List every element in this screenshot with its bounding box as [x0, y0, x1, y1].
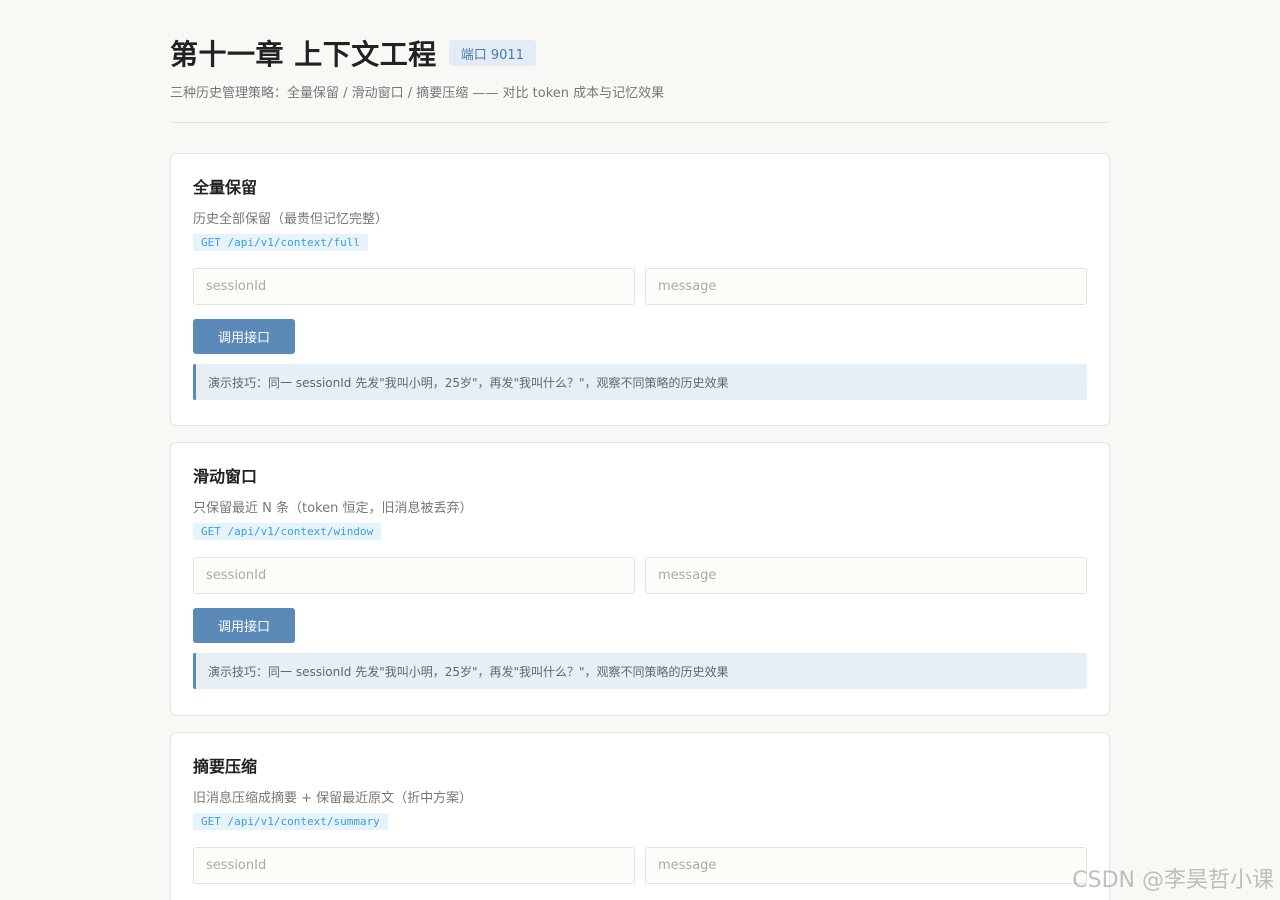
endpoint-badge: GET /api/v1/context/summary: [193, 813, 388, 830]
input-row: [193, 847, 1087, 884]
endpoint-badge: GET /api/v1/context/window: [193, 523, 382, 540]
page-subtitle: 三种历史管理策略：全量保留 / 滑动窗口 / 摘要压缩 —— 对比 token …: [170, 86, 665, 101]
input-row: [193, 557, 1087, 594]
demo-tip: 演示技巧：同一 sessionId 先发"我叫小明，25岁"，再发"我叫什么？"…: [193, 653, 1087, 689]
call-api-button[interactable]: 调用接口: [193, 319, 295, 354]
message-input[interactable]: [645, 268, 1087, 305]
card-title: 摘要压缩: [193, 757, 258, 776]
card-full: 全量保留 历史全部保留（最贵但记忆完整） GET /api/v1/context…: [170, 153, 1110, 426]
session-id-input[interactable]: [193, 557, 635, 594]
header-divider: [170, 122, 1110, 123]
endpoint-badge: GET /api/v1/context/full: [193, 234, 368, 251]
session-id-input[interactable]: [193, 847, 635, 884]
demo-tip: 演示技巧：同一 sessionId 先发"我叫小明，25岁"，再发"我叫什么？"…: [193, 364, 1087, 400]
session-id-input[interactable]: [193, 268, 635, 305]
message-input[interactable]: [645, 847, 1087, 884]
page-title: 第十一章 上下文工程: [170, 38, 437, 71]
card-summary: 摘要压缩 旧消息压缩成摘要 + 保留最近原文（折中方案） GET /api/v1…: [170, 732, 1110, 900]
title-row: 第十一章 上下文工程 端口 9011: [170, 36, 1110, 71]
page-header: 第十一章 上下文工程 端口 9011 三种历史管理策略：全量保留 / 滑动窗口 …: [170, 0, 1110, 123]
page-content: 第十一章 上下文工程 端口 9011 三种历史管理策略：全量保留 / 滑动窗口 …: [170, 0, 1110, 900]
port-badge: 端口 9011: [448, 40, 536, 66]
card-window: 滑动窗口 只保留最近 N 条（token 恒定，旧消息被丢弃） GET /api…: [170, 442, 1110, 716]
message-input[interactable]: [645, 557, 1087, 594]
card-title: 全量保留: [193, 178, 258, 197]
card-description: 历史全部保留（最贵但记忆完整）: [193, 212, 389, 227]
card-description: 只保留最近 N 条（token 恒定，旧消息被丢弃）: [193, 501, 473, 516]
card-title: 滑动窗口: [193, 467, 258, 486]
watermark: CSDN @李昊哲小课: [1072, 868, 1274, 893]
card-description: 旧消息压缩成摘要 + 保留最近原文（折中方案）: [193, 791, 473, 806]
call-api-button[interactable]: 调用接口: [193, 608, 295, 643]
input-row: [193, 268, 1087, 305]
